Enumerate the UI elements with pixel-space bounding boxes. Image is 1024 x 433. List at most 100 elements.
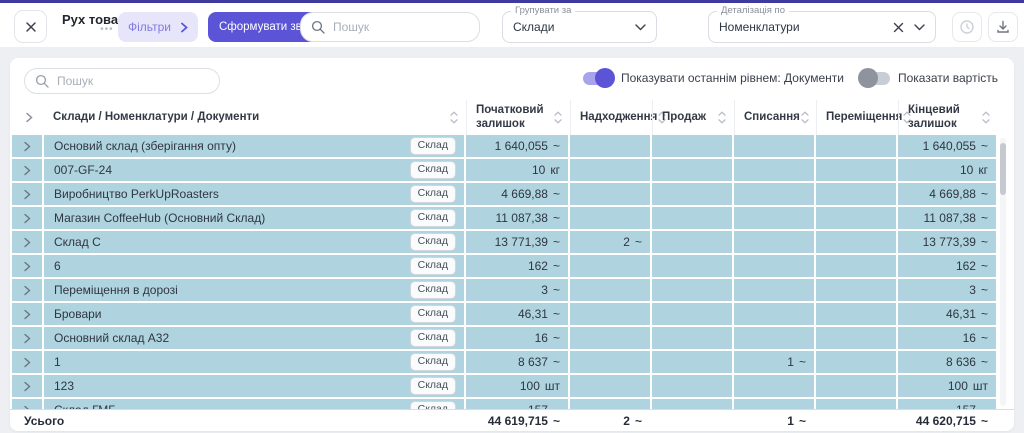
cell-value: 1 640,055 <box>495 139 548 153</box>
cell-value: 44 620,715 <box>916 414 976 428</box>
row-expander-cell[interactable] <box>12 399 42 409</box>
toggle-cost-label: Показати вартість <box>898 71 998 85</box>
cell-value: 16 <box>535 331 548 345</box>
toggle-on-switch[interactable] <box>583 72 613 85</box>
toggle-last-level-documents[interactable]: Показувати останнім рівнем: Документи <box>583 71 844 85</box>
row-expander-cell[interactable] <box>12 303 42 325</box>
table-row[interactable]: 007-GF-24 Склад 10кг 10кг <box>12 159 996 181</box>
row-sale-cell <box>652 399 732 409</box>
column-header-transfer[interactable]: Переміщення <box>816 100 896 135</box>
column-header-end-balance[interactable]: Кінцевий залишок <box>898 100 996 135</box>
row-expander-cell[interactable] <box>12 183 42 205</box>
cell-unit: ~ <box>553 187 560 201</box>
row-expander-cell[interactable] <box>12 351 42 373</box>
column-header-name[interactable]: Склади / Номенклатури / Документи <box>44 100 464 135</box>
download-icon <box>996 20 1010 34</box>
sort-icon[interactable] <box>981 110 991 125</box>
table-row[interactable]: Склад ГМБ Склад 157~ 157~ <box>12 399 996 409</box>
table-row[interactable]: Виробництво PerkUpRoasters Склад 4 669,8… <box>12 183 996 205</box>
cell-unit: ~ <box>553 139 560 153</box>
cell-unit: ~ <box>981 139 988 153</box>
row-name: 6 <box>54 259 61 273</box>
row-expander-cell[interactable] <box>12 375 42 397</box>
filters-button[interactable]: Фільтри <box>118 12 198 42</box>
sort-icon[interactable] <box>553 110 563 125</box>
row-expander-cell[interactable] <box>12 207 42 229</box>
row-income-cell <box>570 351 650 373</box>
clear-icon[interactable] <box>893 22 904 33</box>
column-label: Кінцевий залишок <box>908 104 981 130</box>
history-button[interactable] <box>952 12 982 42</box>
row-income-cell <box>570 183 650 205</box>
row-expander-cell[interactable] <box>12 159 42 181</box>
row-expander-cell[interactable] <box>12 135 42 157</box>
row-start-balance-cell: 13 771,39~ <box>466 231 568 253</box>
cell-value: 10 <box>532 163 545 177</box>
cell-value: 2 <box>623 235 630 249</box>
row-expander-cell[interactable] <box>12 255 42 277</box>
column-header-start-balance[interactable]: Початковий залишок <box>466 100 568 135</box>
row-transfer-cell <box>816 255 896 277</box>
row-sale-cell <box>652 375 732 397</box>
toggle-off-switch[interactable] <box>860 72 890 85</box>
row-expander-cell[interactable] <box>12 231 42 253</box>
row-type-badge: Склад <box>410 185 456 203</box>
chevron-down-icon[interactable] <box>914 24 925 31</box>
sort-icon[interactable] <box>449 110 459 125</box>
download-button[interactable] <box>988 12 1018 42</box>
table-row[interactable]: Склад С Склад 13 771,39~ 2~ 13 773,39~ <box>12 231 996 253</box>
total-start-balance: 44 619,715~ <box>466 410 568 431</box>
row-sale-cell <box>652 279 732 301</box>
table-row[interactable]: 6 Склад 162~ 162~ <box>12 255 996 277</box>
column-header-sale[interactable]: Продаж <box>652 100 732 135</box>
row-type-badge: Склад <box>410 161 456 179</box>
table-row[interactable]: Основий склад (зберігання опту) Склад 1 … <box>12 135 996 157</box>
toggle-show-cost[interactable]: Показати вартість <box>860 71 998 85</box>
toolbar-search[interactable] <box>300 12 480 42</box>
sort-icon[interactable] <box>800 110 810 125</box>
row-start-balance-cell: 10 кг <box>466 159 568 181</box>
table-search[interactable] <box>24 68 220 94</box>
group-by-select[interactable]: Групувати за Склади <box>502 11 657 43</box>
table-row[interactable]: 123 Склад 100шт 100шт <box>12 375 996 397</box>
cell-unit: кг <box>978 163 988 177</box>
row-expander-cell[interactable] <box>12 279 42 301</box>
table-row[interactable]: Магазин CoffeeHub (Основний Склад) Склад… <box>12 207 996 229</box>
detail-by-select[interactable]: Деталізація по Номенклатури <box>708 11 936 43</box>
cell-value: 4 669,88 <box>929 187 976 201</box>
row-expander-cell[interactable] <box>12 327 42 349</box>
row-start-balance-cell: 157~ <box>466 399 568 409</box>
table-row[interactable]: 1 Склад 8 637~ 1~ 8 636~ <box>12 351 996 373</box>
row-sale-cell <box>652 255 732 277</box>
row-name: 1 <box>54 355 61 369</box>
sort-icon[interactable] <box>717 110 727 125</box>
chevron-right-icon <box>24 237 31 248</box>
cell-unit: шт <box>973 379 988 393</box>
toggle-documents-label: Показувати останнім рівнем: Документи <box>621 71 844 85</box>
table-row[interactable]: Переміщення в дорозі Склад 3~ 3~ <box>12 279 996 301</box>
cell-unit: ~ <box>553 307 560 321</box>
table-row[interactable]: Бровари Склад 46,31~ 46,31~ <box>12 303 996 325</box>
vertical-scrollbar[interactable] <box>1000 138 1006 406</box>
row-transfer-cell <box>816 183 896 205</box>
row-type-badge: Склад <box>410 353 456 371</box>
row-writeoff-cell <box>734 255 814 277</box>
total-end-balance: 44 620,715~ <box>898 410 996 431</box>
cell-value: 44 619,715 <box>488 414 548 428</box>
close-button[interactable] <box>14 10 47 43</box>
cell-unit: кг <box>550 163 560 177</box>
row-transfer-cell <box>816 375 896 397</box>
column-header-writeoff[interactable]: Списання <box>734 100 814 135</box>
row-start-balance-cell: 100шт <box>466 375 568 397</box>
row-income-cell <box>570 255 650 277</box>
row-writeoff-cell <box>734 375 814 397</box>
toolbar-search-input[interactable] <box>333 20 469 34</box>
table-row[interactable]: Основний склад А32 Склад 16~ 16~ <box>12 327 996 349</box>
header-expander-cell[interactable] <box>12 100 42 135</box>
scrollbar-thumb[interactable] <box>1000 143 1006 195</box>
column-header-income[interactable]: Надходження <box>570 100 650 135</box>
table-search-input[interactable] <box>57 74 209 88</box>
row-name-cell: Основий склад (зберігання опту) Склад <box>44 135 464 157</box>
row-start-balance-cell: 4 669,88~ <box>466 183 568 205</box>
cell-value: 11 087,38 <box>923 211 976 225</box>
